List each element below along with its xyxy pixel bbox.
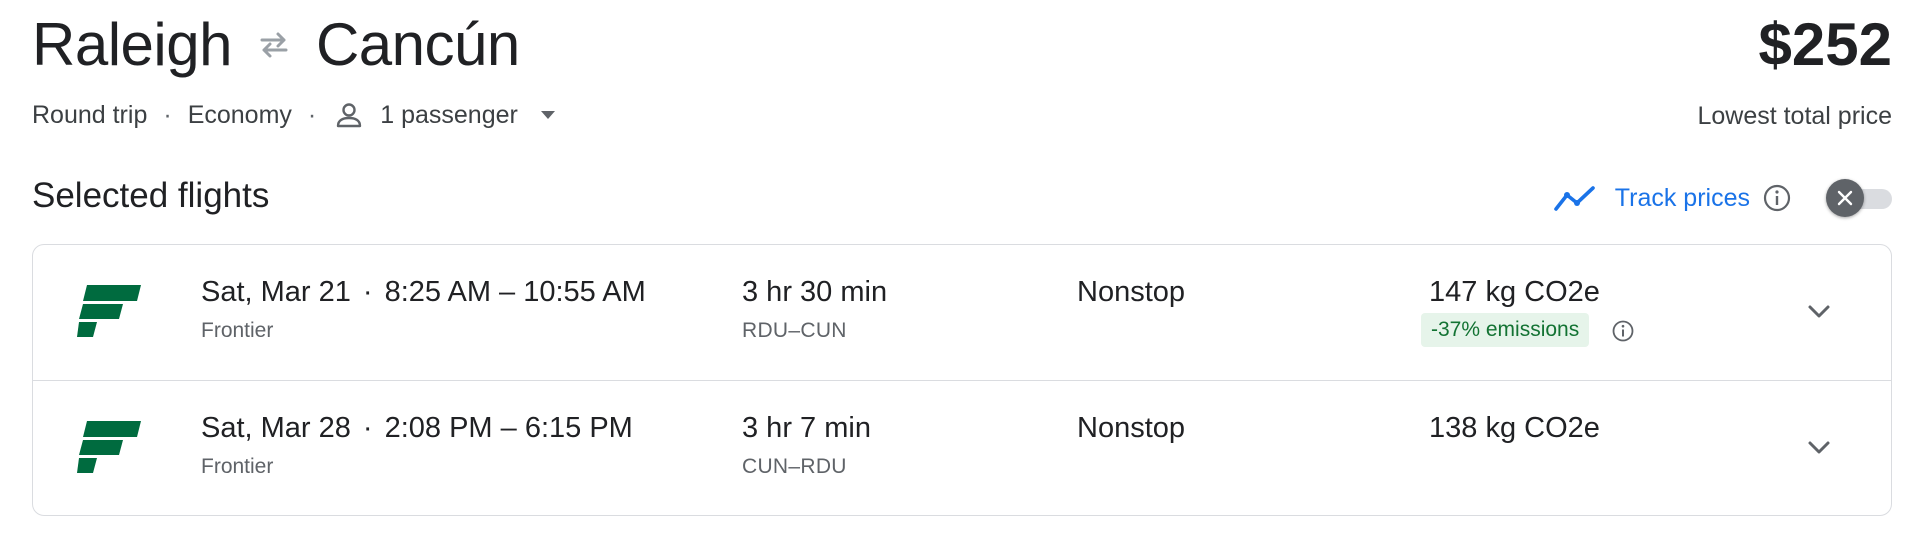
origin-city: Raleigh bbox=[32, 11, 232, 78]
airline-name: Frontier bbox=[201, 455, 274, 478]
stops: Nonstop bbox=[1077, 276, 1186, 308]
separator-dot: · bbox=[163, 100, 172, 129]
route-codes: RDU–CUN bbox=[742, 319, 847, 342]
destination-city: Cancún bbox=[315, 11, 520, 78]
total-price: $252 bbox=[1758, 11, 1892, 78]
flight-times: Sat, Mar 21 · 8:25 AM – 10:55 AM bbox=[201, 276, 646, 309]
info-icon[interactable] bbox=[1762, 183, 1792, 213]
track-prices: Track prices bbox=[1553, 176, 1892, 220]
flight-duration: 3 hr 7 min bbox=[742, 412, 871, 444]
section-title: Selected flights bbox=[32, 176, 270, 215]
cabin-class: Economy bbox=[187, 100, 292, 129]
info-icon[interactable] bbox=[1611, 319, 1635, 343]
trip-options: Round trip · Economy · 1 passenger bbox=[32, 96, 558, 134]
close-icon bbox=[1826, 179, 1864, 217]
separator-dot: · bbox=[362, 276, 373, 308]
frontier-logo bbox=[77, 419, 141, 475]
track-prices-label[interactable]: Track prices bbox=[1615, 184, 1750, 213]
separator-dot: · bbox=[307, 100, 317, 129]
flight-row-outbound[interactable]: Sat, Mar 21 · 8:25 AM – 10:55 AM Frontier … bbox=[33, 245, 1891, 380]
airline-name: Frontier bbox=[201, 319, 274, 342]
passenger-count[interactable]: 1 passenger bbox=[380, 101, 518, 130]
separator-dot: · bbox=[362, 412, 373, 444]
selected-flights-list: Sat, Mar 21 · 8:25 AM – 10:55 AM Frontier … bbox=[32, 244, 1892, 516]
track-prices-toggle[interactable] bbox=[1826, 179, 1892, 217]
frontier-logo bbox=[77, 283, 141, 339]
co2-emissions: 138 kg CO2e bbox=[1429, 412, 1600, 444]
price-label: Lowest total price bbox=[1697, 102, 1892, 130]
chevron-down-icon[interactable] bbox=[1803, 431, 1835, 463]
flight-times: Sat, Mar 28 · 2:08 PM – 6:15 PM bbox=[201, 412, 633, 445]
trend-line-icon bbox=[1553, 183, 1597, 213]
co2-emissions: 147 kg CO2e bbox=[1429, 276, 1600, 308]
trip-type: Round trip bbox=[32, 100, 148, 129]
route-title: Raleigh Cancún bbox=[32, 10, 520, 80]
caret-down-icon[interactable] bbox=[538, 105, 558, 125]
flight-time-range: 2:08 PM – 6:15 PM bbox=[384, 412, 633, 444]
stops: Nonstop bbox=[1077, 412, 1186, 444]
person-icon bbox=[332, 98, 366, 132]
flight-duration: 3 hr 30 min bbox=[742, 276, 888, 308]
chevron-down-icon[interactable] bbox=[1803, 295, 1835, 327]
route-codes: CUN–RDU bbox=[742, 455, 847, 478]
flight-date: Sat, Mar 28 bbox=[201, 412, 351, 444]
flight-time-range: 8:25 AM – 10:55 AM bbox=[384, 276, 646, 308]
emissions-badge: -37% emissions bbox=[1421, 313, 1590, 347]
swap-arrows-icon bbox=[254, 25, 294, 65]
flight-date: Sat, Mar 21 bbox=[201, 276, 351, 308]
flight-row-return[interactable]: Sat, Mar 28 · 2:08 PM – 6:15 PM Frontier 3… bbox=[33, 380, 1891, 516]
